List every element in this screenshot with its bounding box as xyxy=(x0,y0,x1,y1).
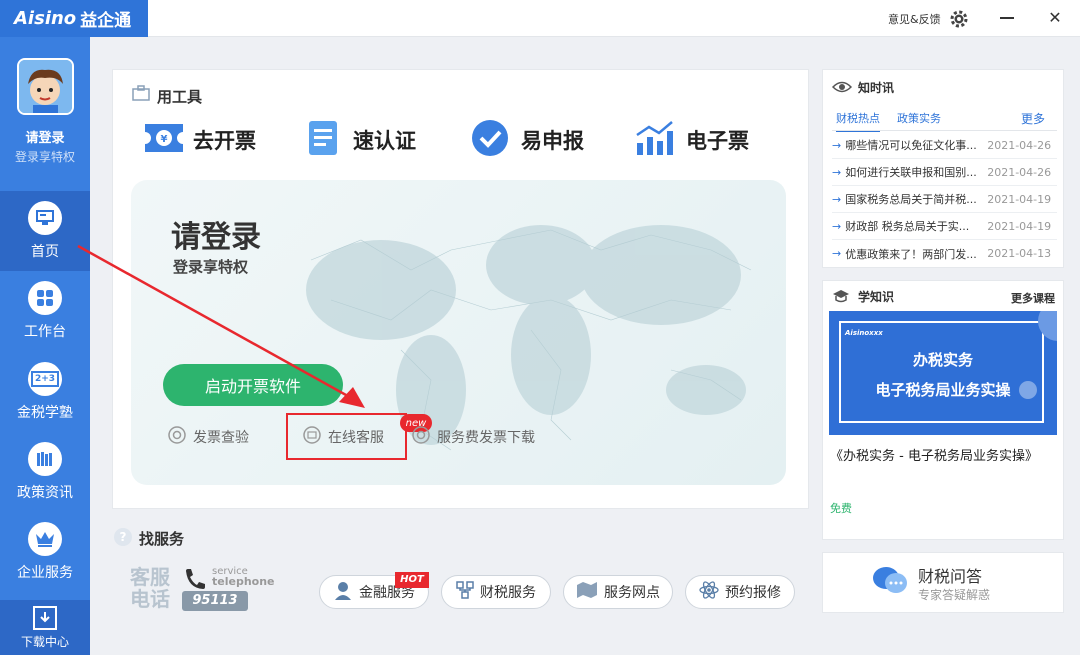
pill-label: 预约报修 xyxy=(725,585,781,601)
brand-name: Aisino xyxy=(14,8,77,29)
divider xyxy=(832,130,1057,131)
sidebar-item-label: 工作台 xyxy=(24,324,66,340)
news-item[interactable]: → 优惠政策来了！两部门发... 2021-04-13 xyxy=(832,240,1057,267)
minimize-button[interactable] xyxy=(1000,17,1014,19)
grid-icon xyxy=(28,281,62,315)
calculator-icon: 2+3 xyxy=(28,362,62,396)
flowchart-icon xyxy=(456,581,474,603)
eye-icon xyxy=(831,79,853,93)
banner-line-2: 电子税务局业务实操 xyxy=(875,381,1011,399)
service-fee-invoice-download-link[interactable]: 服务费发票下载 xyxy=(411,426,535,448)
link-label: 发票查验 xyxy=(193,430,249,446)
hot-badge: HOT xyxy=(395,572,429,588)
link-label: 在线客服 xyxy=(328,430,384,446)
news-more-link[interactable]: 更多 xyxy=(1021,110,1045,127)
tool-label: 速认证 xyxy=(353,129,416,153)
hotline-en-2: telephone xyxy=(212,575,275,588)
course-banner[interactable]: Aisinoxxx 办税实务 电子税务局业务实操 xyxy=(829,311,1057,435)
news-title: 知时讯 xyxy=(858,81,895,95)
user-name[interactable]: 请登录 xyxy=(0,127,90,146)
qa-title: 财税问答 xyxy=(918,567,983,586)
customer-service-icon xyxy=(333,580,353,604)
map-icon xyxy=(576,581,598,603)
course-title[interactable]: 《办税实务 - 电子税务局业务实操》 xyxy=(830,449,1050,465)
checkmark-icon xyxy=(471,119,509,162)
sidebar-item-label: 企业服务 xyxy=(17,565,73,581)
arrow-right-icon: → xyxy=(832,138,842,152)
hotline-cn-2: 电话 xyxy=(130,587,170,611)
banner-line-1: 办税实务 xyxy=(912,351,973,369)
tool-certify[interactable]: 速认证 xyxy=(307,120,416,160)
crown-icon xyxy=(28,522,62,556)
arrow-right-icon: → xyxy=(832,247,842,260)
chat-bubble-icon xyxy=(872,565,908,597)
link-label: 服务费发票下载 xyxy=(437,430,535,446)
tool-label: 去开票 xyxy=(193,129,256,153)
ticket-icon: ¥ xyxy=(143,122,185,159)
svg-text:¥: ¥ xyxy=(161,134,168,145)
document-icon xyxy=(307,119,339,162)
tool-label: 电子票 xyxy=(686,129,749,153)
graduation-cap-icon xyxy=(832,288,850,303)
services-title: 找服务 xyxy=(139,530,185,548)
eye-icon xyxy=(167,426,187,448)
books-icon xyxy=(28,442,62,476)
tool-invoice[interactable]: ¥ 去开票 xyxy=(143,120,256,160)
course-price: 免费 xyxy=(830,502,852,515)
sidebar-item-download[interactable]: 下载中心 xyxy=(0,600,90,655)
hotline-cn-1: 客服 xyxy=(130,565,170,589)
monitor-icon xyxy=(28,201,62,235)
download-icon xyxy=(33,605,57,630)
arrow-right-icon: → xyxy=(832,219,842,233)
qa-subtitle: 专家答疑解惑 xyxy=(918,588,991,602)
bar-chart-icon xyxy=(634,119,674,162)
user-subtitle: 登录享特权 xyxy=(14,150,75,164)
gear-icon[interactable] xyxy=(949,9,969,29)
phone-icon xyxy=(182,566,208,592)
sidebar-item-label: 下载中心 xyxy=(20,634,69,649)
news-item[interactable]: → 如何进行关联申报和国别... 2021-04-26 xyxy=(832,159,1057,186)
tab-tax-hot[interactable]: 财税热点 xyxy=(836,110,880,132)
briefcase-icon xyxy=(132,85,150,101)
hotline-number: 95113 xyxy=(182,591,248,611)
news-item[interactable]: → 国家税务总局关于简并税... 2021-04-19 xyxy=(832,186,1057,213)
arrow-right-icon: → xyxy=(832,192,842,206)
sidebar-item-policy[interactable]: 政策资讯 xyxy=(0,432,90,512)
news-item[interactable]: → 哪些情况可以免征文化事... 2021-04-26 xyxy=(832,132,1057,159)
invoice-check-link[interactable]: 发票查验 xyxy=(167,426,249,448)
app-logo: Aisino 益企通 xyxy=(0,0,148,37)
more-courses-link[interactable]: 更多课程 xyxy=(1011,290,1055,306)
sidebar-item-label: 政策资讯 xyxy=(17,485,73,501)
tool-e-invoice[interactable]: 电子票 xyxy=(634,120,749,160)
tool-label: 易申报 xyxy=(521,129,584,153)
avatar[interactable] xyxy=(17,58,74,115)
tools-title: 用工具 xyxy=(157,88,203,106)
target-icon xyxy=(411,426,431,448)
online-service-link[interactable]: 在线客服 xyxy=(302,426,384,448)
annotation-arrow xyxy=(77,244,365,408)
sidebar-item-enterprise[interactable]: 企业服务 xyxy=(0,512,90,592)
arrow-right-icon: → xyxy=(832,165,842,179)
chat-window-icon xyxy=(302,426,322,448)
pill-label: 财税服务 xyxy=(480,585,536,601)
hotline-block: 客服 电话 service telephone 95113 xyxy=(130,566,280,614)
sidebar-item-label: 金税学塾 xyxy=(17,405,73,421)
question-icon: ? xyxy=(114,528,132,546)
service-outlet-button[interactable]: 服务网点 xyxy=(563,575,673,609)
feedback-link[interactable]: 意见&反馈 xyxy=(888,11,941,27)
app-name: 益企通 xyxy=(80,11,132,31)
news-item[interactable]: → 财政部 税务总局关于实... 2021-04-19 xyxy=(832,213,1057,240)
learn-title: 学知识 xyxy=(858,290,895,304)
pill-label: 服务网点 xyxy=(604,585,660,601)
banner-logo: Aisinoxxx xyxy=(845,329,883,337)
tab-policy-practice[interactable]: 政策实务 xyxy=(897,110,941,126)
repair-booking-button[interactable]: 预约报修 xyxy=(685,575,795,609)
tax-service-button[interactable]: 财税服务 xyxy=(441,575,551,609)
atom-icon xyxy=(699,580,719,604)
sidebar-item-label: 首页 xyxy=(31,244,59,260)
close-icon[interactable]: ✕ xyxy=(1046,9,1064,27)
tool-declare[interactable]: 易申报 xyxy=(471,119,584,162)
